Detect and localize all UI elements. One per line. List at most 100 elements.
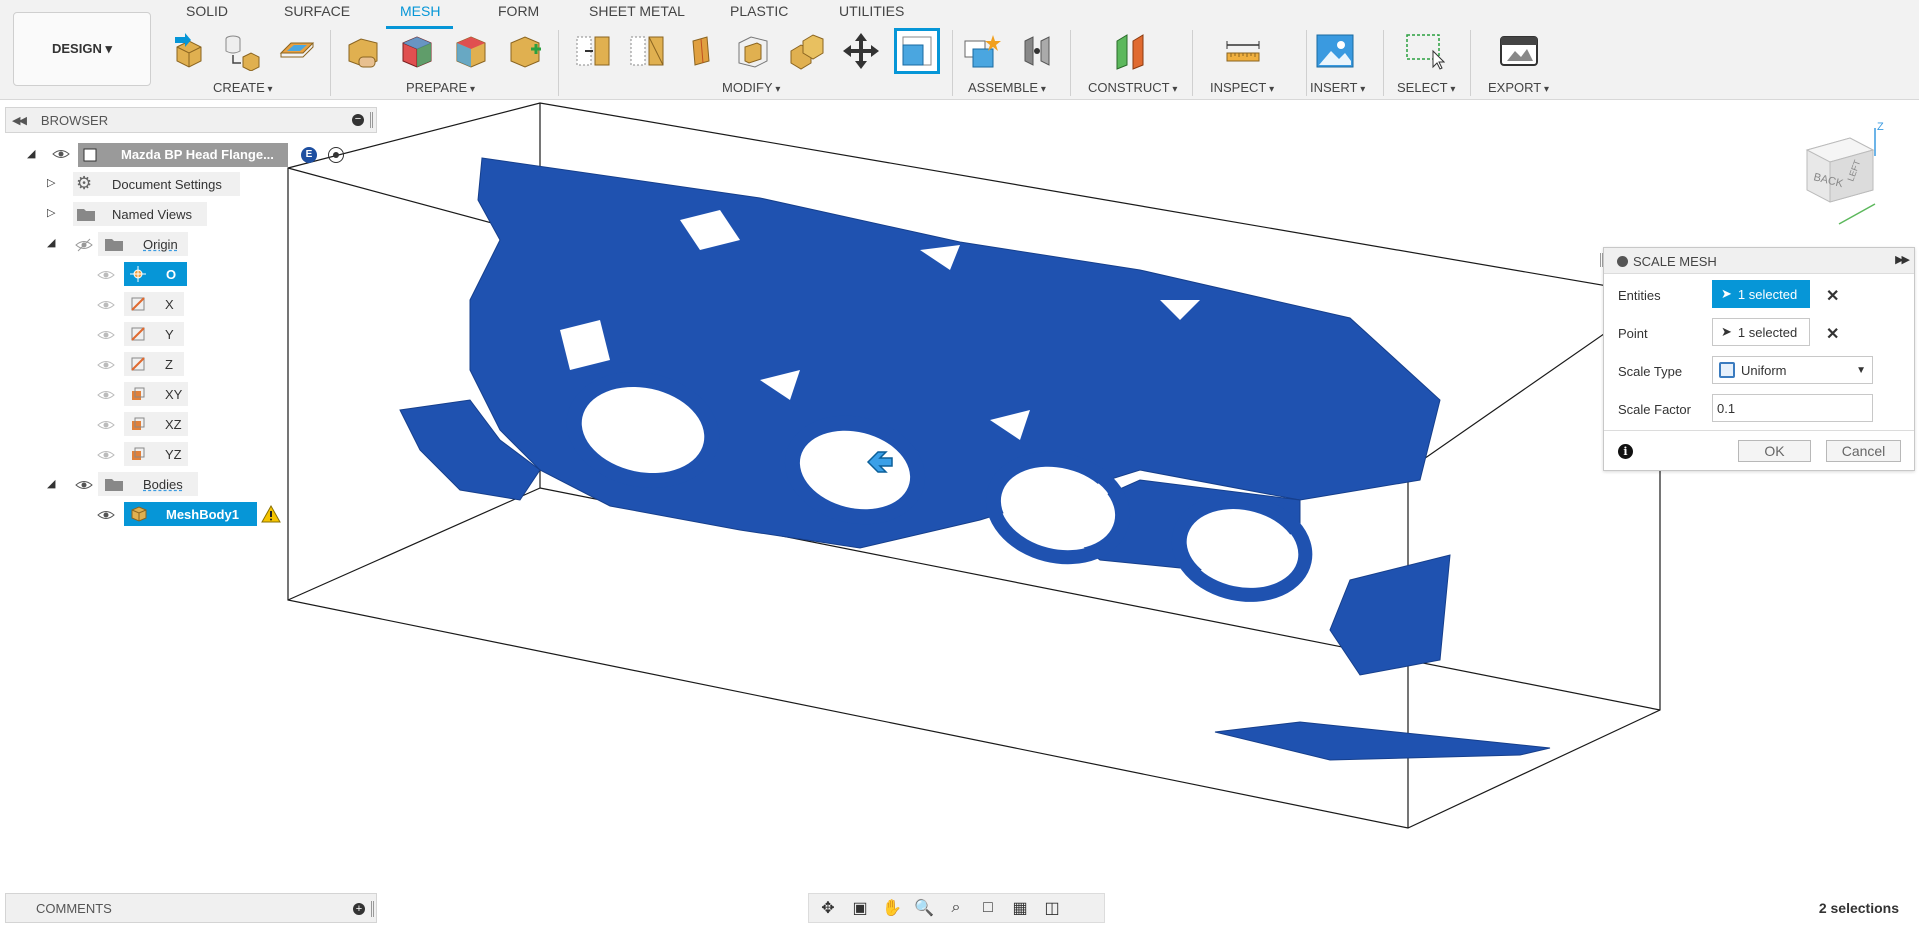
hidden-eye-icon[interactable]: [75, 238, 93, 252]
plane-cut-tool[interactable]: [504, 30, 546, 72]
move-copy-tool[interactable]: [840, 30, 882, 72]
visibility-eye-icon[interactable]: [97, 508, 115, 522]
orbit-icon[interactable]: ✥: [815, 897, 841, 919]
activate-radio-icon[interactable]: [328, 147, 344, 163]
canvas-tool[interactable]: [1314, 30, 1356, 72]
select-menu[interactable]: SELECT: [1397, 80, 1455, 95]
mesh-scene[interactable]: [0, 101, 1919, 886]
minimize-icon[interactable]: −: [352, 114, 364, 126]
create-face-group-tool[interactable]: [276, 30, 318, 72]
dialog-grip-icon[interactable]: [1600, 253, 1603, 267]
joint-tool[interactable]: [1016, 30, 1058, 72]
gear-icon: ⚙: [76, 173, 93, 193]
look-at-icon[interactable]: ▣: [847, 897, 873, 919]
combine-icon: [790, 34, 824, 70]
grid-settings-icon[interactable]: ▦: [1007, 897, 1033, 919]
chevron-down-icon: ▼: [1856, 365, 1866, 376]
expand-triangle-icon[interactable]: ▷: [47, 176, 55, 189]
workspace-dropdown[interactable]: DESIGN ▾: [13, 12, 151, 86]
pan-hand-icon[interactable]: ✋: [879, 897, 905, 919]
collapse-triangle-icon[interactable]: ◢: [47, 236, 55, 249]
expand-triangle-icon[interactable]: ▷: [47, 206, 55, 219]
tessellate-tool[interactable]: [220, 30, 262, 72]
selection-count: 2 selections: [1818, 900, 1899, 916]
offset-plane-tool[interactable]: [1110, 30, 1152, 72]
window-select-icon: [1406, 34, 1445, 70]
ok-button[interactable]: OK: [1738, 440, 1811, 462]
visibility-eye-icon[interactable]: [97, 268, 115, 282]
reverse-normal-tool[interactable]: [680, 30, 722, 72]
visibility-eye-icon[interactable]: [97, 358, 115, 372]
scale-type-dropdown[interactable]: Uniform ▼: [1712, 356, 1873, 384]
separate-tool[interactable]: [626, 30, 668, 72]
fit-zoom-icon[interactable]: ⌕: [943, 897, 969, 919]
construct-menu[interactable]: CONSTRUCT: [1088, 80, 1177, 95]
repair-tool[interactable]: [342, 30, 384, 72]
expand-dialog-icon[interactable]: ▶▶: [1895, 253, 1910, 266]
warning-icon[interactable]: [261, 505, 281, 523]
view-cube[interactable]: Z BACK LEFT: [1795, 120, 1895, 235]
new-component-tool[interactable]: [960, 30, 1002, 72]
visibility-eye-icon[interactable]: [97, 388, 115, 402]
zoom-icon[interactable]: 🔍: [911, 897, 937, 919]
dialog-minimize-icon[interactable]: [1617, 256, 1628, 267]
display-settings-icon[interactable]: □: [975, 897, 1001, 919]
tab-surface[interactable]: SURFACE: [284, 3, 350, 19]
visibility-eye-icon[interactable]: [97, 448, 115, 462]
assemble-menu[interactable]: ASSEMBLE: [968, 80, 1046, 95]
visibility-eye-icon[interactable]: [97, 298, 115, 312]
tab-solid[interactable]: SOLID: [186, 3, 228, 19]
collapse-triangle-icon[interactable]: ◢: [47, 477, 55, 490]
tab-form[interactable]: FORM: [498, 3, 539, 19]
comments-panel[interactable]: COMMENTS +: [5, 893, 377, 923]
panel-grip-icon[interactable]: [371, 901, 374, 917]
visibility-eye-icon[interactable]: [97, 328, 115, 342]
external-ref-icon[interactable]: E: [301, 147, 317, 163]
inspect-menu[interactable]: INSPECT: [1210, 80, 1274, 95]
clear-point-icon[interactable]: ✕: [1826, 324, 1839, 344]
mesh-body-icon: [131, 506, 147, 522]
export-tool[interactable]: [1498, 30, 1540, 72]
prepare-menu[interactable]: PREPARE: [406, 80, 475, 95]
visibility-eye-icon[interactable]: [97, 418, 115, 432]
window-select-tool[interactable]: [1404, 30, 1446, 72]
entities-selector[interactable]: ➤ 1 selected: [1712, 280, 1810, 308]
axis-icon: [131, 357, 145, 371]
shell-tool[interactable]: [732, 30, 774, 72]
combine-tool[interactable]: [786, 30, 828, 72]
cancel-button[interactable]: Cancel: [1826, 440, 1901, 462]
remesh-tool[interactable]: [396, 30, 438, 72]
scale-factor-input[interactable]: 0.1: [1712, 394, 1873, 422]
graphics-viewport[interactable]: [0, 101, 1919, 886]
collapse-panel-icon[interactable]: ◀◀: [12, 114, 27, 127]
plane-icon: [132, 387, 145, 400]
clear-entities-icon[interactable]: ✕: [1826, 286, 1839, 306]
insert-mesh-tool[interactable]: [168, 30, 210, 72]
tab-plastic[interactable]: PLASTIC: [730, 3, 788, 19]
scale-icon: [902, 36, 932, 66]
plane-cut-modify-tool[interactable]: [572, 30, 614, 72]
create-menu[interactable]: CREATE: [213, 80, 273, 95]
modify-menu[interactable]: MODIFY: [722, 80, 780, 95]
visibility-eye-icon[interactable]: [52, 147, 70, 161]
info-icon[interactable]: i: [1618, 444, 1633, 459]
scale-mesh-tool[interactable]: [894, 28, 940, 74]
collapse-triangle-icon[interactable]: ◢: [27, 147, 35, 160]
tab-mesh[interactable]: MESH: [400, 3, 440, 19]
viewports-icon[interactable]: ◫: [1039, 897, 1065, 919]
add-comment-icon[interactable]: +: [353, 903, 365, 915]
tab-utilities[interactable]: UTILITIES: [839, 3, 904, 19]
insert-menu[interactable]: INSERT: [1310, 80, 1365, 95]
plane-cut-icon: [510, 36, 541, 68]
generate-face-groups-tool[interactable]: [450, 30, 492, 72]
panel-grip-icon[interactable]: [370, 112, 373, 128]
plane-icon: [132, 417, 145, 430]
tree-item-label: Z: [165, 357, 173, 372]
measure-tool[interactable]: [1222, 30, 1264, 72]
tree-item-label: Document Settings: [112, 177, 222, 192]
tab-sheet-metal[interactable]: SHEET METAL: [589, 3, 685, 19]
mesh-body[interactable]: [399, 157, 1551, 761]
visibility-eye-icon[interactable]: [75, 478, 93, 492]
export-menu[interactable]: EXPORT: [1488, 80, 1549, 95]
point-selector[interactable]: ➤ 1 selected: [1712, 318, 1810, 346]
